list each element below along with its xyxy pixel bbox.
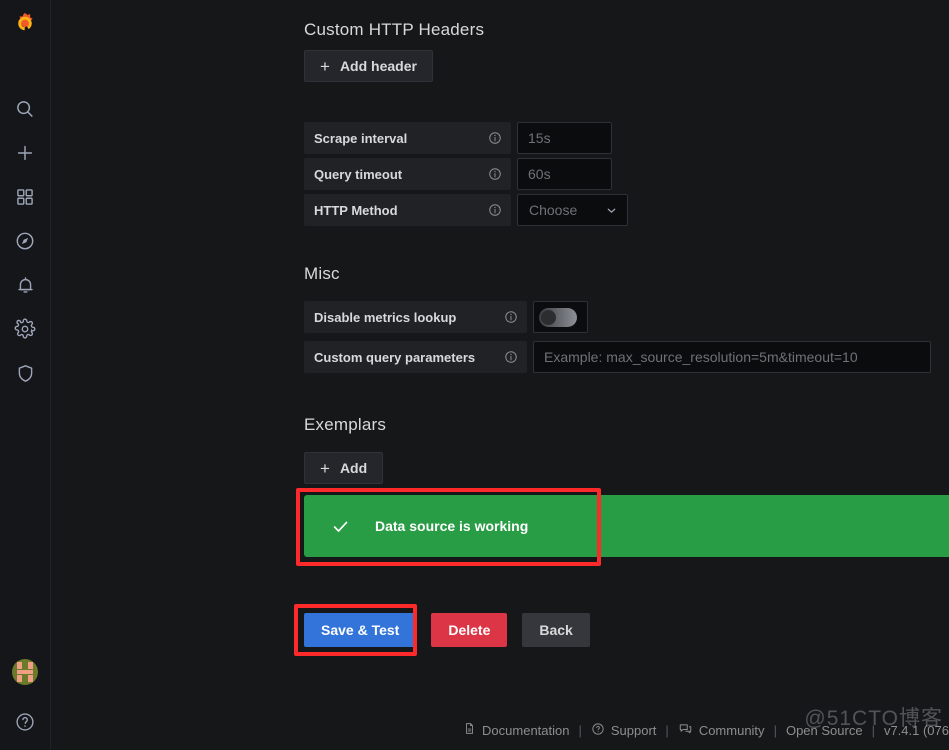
sidebar-item-server-admin[interactable] bbox=[0, 351, 51, 395]
question-circle-icon bbox=[591, 722, 605, 739]
info-circle-icon[interactable] bbox=[504, 350, 518, 364]
avatar[interactable] bbox=[12, 659, 38, 685]
query-timeout-placeholder: 60s bbox=[528, 166, 551, 182]
field-row-scrape-interval: Scrape interval 15s bbox=[304, 122, 612, 154]
grafana-logo[interactable] bbox=[0, 0, 51, 51]
query-timeout-input[interactable]: 60s bbox=[517, 158, 612, 190]
delete-button[interactable]: Delete bbox=[431, 613, 508, 647]
footer-link-documentation[interactable]: Documentation bbox=[463, 721, 569, 739]
http-method-label: HTTP Method bbox=[304, 194, 511, 226]
footer-version: v7.4.1 (076 bbox=[883, 722, 949, 738]
footer-link-open-source[interactable]: Open Source bbox=[786, 723, 863, 738]
help-circle-icon[interactable] bbox=[0, 702, 51, 742]
footer-link-community[interactable]: Community bbox=[678, 721, 765, 739]
comments-icon bbox=[678, 721, 693, 739]
plus-icon: + bbox=[320, 56, 330, 76]
info-circle-icon[interactable] bbox=[488, 167, 502, 181]
field-row-disable-metrics-lookup: Disable metrics lookup bbox=[304, 301, 588, 333]
add-header-button[interactable]: + Add header bbox=[304, 50, 433, 82]
add-exemplar-label: Add bbox=[339, 460, 368, 476]
disable-metrics-lookup-label: Disable metrics lookup bbox=[304, 301, 527, 333]
grafana-datasource-settings-page: Custom HTTP Headers + Add header Scrape … bbox=[0, 0, 949, 750]
footer-separator: | bbox=[871, 722, 875, 738]
info-circle-icon[interactable] bbox=[488, 203, 502, 217]
sidebar-item-search[interactable] bbox=[0, 87, 51, 131]
toggle-knob bbox=[541, 309, 556, 325]
sidebar-item-create[interactable] bbox=[0, 131, 51, 175]
datasource-status-alert: Data source is working bbox=[304, 495, 949, 557]
toggle-track bbox=[539, 307, 577, 327]
scrape-interval-label: Scrape interval bbox=[304, 122, 511, 154]
settings-content: Custom HTTP Headers + Add header Scrape … bbox=[51, 0, 949, 750]
sidebar-item-alerting[interactable] bbox=[0, 263, 51, 307]
field-row-query-timeout: Query timeout 60s bbox=[304, 158, 612, 190]
field-row-http-method: HTTP Method Choose bbox=[304, 194, 628, 226]
info-circle-icon[interactable] bbox=[488, 131, 502, 145]
plus-icon: + bbox=[320, 458, 330, 478]
http-method-select[interactable]: Choose bbox=[517, 194, 628, 226]
exemplars-title: Exemplars bbox=[304, 415, 387, 434]
datasource-status-message: Data source is working bbox=[375, 518, 529, 534]
http-method-label-text: HTTP Method bbox=[314, 202, 398, 218]
query-timeout-label-text: Query timeout bbox=[314, 166, 403, 182]
document-icon bbox=[463, 721, 476, 739]
footer-documentation-label: Documentation bbox=[482, 722, 570, 738]
footer-open-source-label: Open Source bbox=[785, 722, 863, 738]
sidebar-item-dashboards[interactable] bbox=[0, 175, 51, 219]
field-row-custom-query-parameters: Custom query parameters Example: max_sou… bbox=[304, 341, 931, 373]
add-header-label: Add header bbox=[339, 58, 417, 74]
custom-query-parameters-label: Custom query parameters bbox=[304, 341, 527, 373]
sidebar bbox=[0, 0, 51, 750]
footer-separator: | bbox=[578, 722, 582, 738]
http-method-selected-value: Choose bbox=[529, 202, 578, 218]
footer-support-label: Support bbox=[610, 722, 657, 738]
back-button[interactable]: Back bbox=[522, 613, 590, 647]
footer-separator: | bbox=[665, 722, 669, 738]
action-buttons: Save & Test Delete Back bbox=[304, 613, 590, 647]
footer-separator: | bbox=[773, 722, 777, 738]
query-timeout-label: Query timeout bbox=[304, 158, 511, 190]
add-exemplar-button[interactable]: + Add bbox=[304, 452, 384, 484]
footer: Documentation | Support | Community | Op… bbox=[51, 710, 949, 750]
disable-metrics-lookup-toggle[interactable] bbox=[533, 301, 588, 333]
save-and-test-button[interactable]: Save & Test bbox=[304, 613, 417, 647]
scrape-interval-label-text: Scrape interval bbox=[314, 130, 408, 146]
custom-query-parameters-placeholder: Example: max_source_resolution=5m&timeou… bbox=[544, 349, 858, 365]
sidebar-item-explore[interactable] bbox=[0, 219, 51, 263]
footer-community-label: Community bbox=[698, 722, 765, 738]
info-circle-icon[interactable] bbox=[504, 310, 518, 324]
disable-metrics-lookup-label-text: Disable metrics lookup bbox=[314, 309, 457, 325]
sidebar-nav bbox=[0, 87, 51, 395]
scrape-interval-placeholder: 15s bbox=[528, 130, 551, 146]
sidebar-bottom bbox=[0, 659, 51, 750]
scrape-interval-input[interactable]: 15s bbox=[517, 122, 612, 154]
check-icon bbox=[331, 517, 350, 536]
custom-http-headers-title: Custom HTTP Headers bbox=[304, 20, 485, 39]
footer-link-support[interactable]: Support bbox=[591, 722, 657, 739]
custom-query-parameters-input[interactable]: Example: max_source_resolution=5m&timeou… bbox=[533, 341, 931, 373]
misc-title: Misc bbox=[304, 264, 340, 283]
sidebar-item-configuration[interactable] bbox=[0, 307, 51, 351]
custom-query-parameters-label-text: Custom query parameters bbox=[314, 349, 476, 365]
chevron-down-icon bbox=[605, 204, 618, 217]
